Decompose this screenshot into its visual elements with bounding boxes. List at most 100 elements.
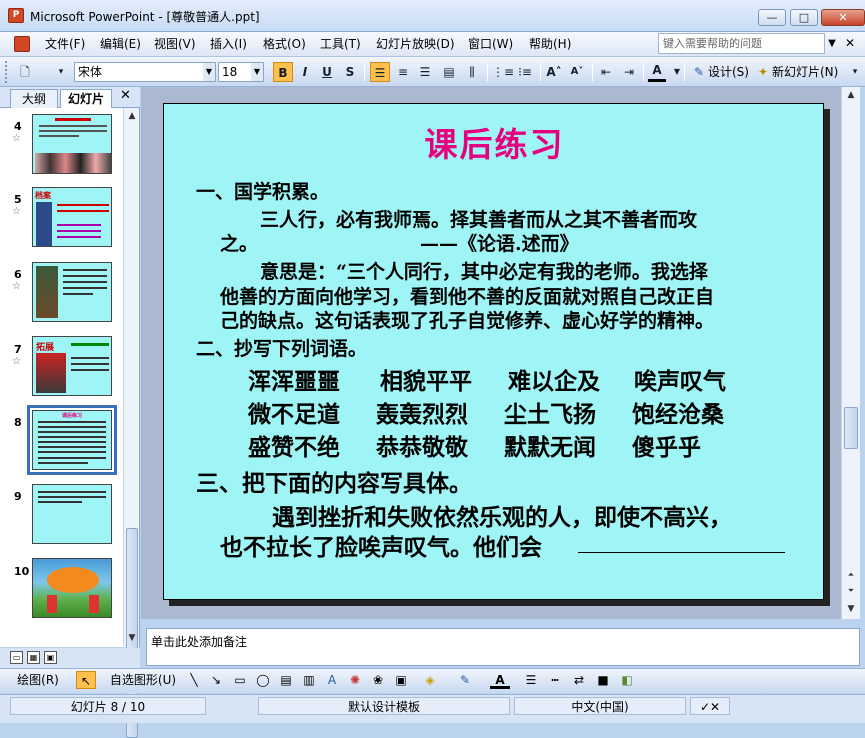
new-slide-button[interactable]: 新幻灯片(N): [772, 62, 838, 82]
rectangle-tool-icon[interactable]: ▭: [231, 671, 249, 689]
increase-indent-icon[interactable]: ⇥: [620, 62, 638, 82]
menu-insert[interactable]: 插入(I): [208, 36, 249, 53]
word-item: 浑浑噩噩: [248, 368, 340, 395]
menu-window[interactable]: 窗口(W): [466, 36, 515, 53]
dash-style-icon[interactable]: ┅: [546, 671, 564, 689]
thumbnail-text-line: [38, 421, 106, 423]
align-right-icon[interactable]: ☰: [416, 62, 434, 82]
increase-font-icon[interactable]: A˄: [545, 62, 563, 82]
toolbar-overflow-icon[interactable]: ▾: [846, 62, 864, 82]
numbering-icon[interactable]: ⋮≡: [492, 62, 514, 82]
scroll-up-icon[interactable]: ▲: [124, 108, 140, 124]
menu-view[interactable]: 视图(V): [152, 36, 198, 53]
arrow-tool-icon[interactable]: ↘: [208, 671, 224, 689]
slide-thumbnail-10[interactable]: [32, 558, 112, 618]
scroll-up-icon[interactable]: ▲: [843, 87, 859, 103]
slide-scrollbar[interactable]: ▲ ⏶ ⏷ ▼: [841, 87, 860, 619]
scroll-down-icon[interactable]: ▼: [124, 630, 140, 646]
line-color-icon[interactable]: ✎: [455, 671, 475, 689]
menu-file[interactable]: 文件(F): [43, 36, 87, 53]
close-button[interactable]: ✕: [821, 9, 865, 26]
font-color-button[interactable]: A: [648, 62, 666, 82]
toolbar-grip[interactable]: [5, 61, 8, 83]
font-size-select[interactable]: 18 ▼: [218, 62, 264, 82]
pane-close-icon[interactable]: ✕: [120, 88, 131, 103]
line-style-icon[interactable]: ☰: [522, 671, 540, 689]
scrollbar-thumb[interactable]: [844, 407, 858, 449]
slide-thumbnail-6[interactable]: [32, 262, 112, 322]
scroll-down-icon[interactable]: ▼: [843, 601, 859, 617]
select-pointer-icon[interactable]: ↖: [76, 671, 96, 689]
thumbnail-text-line: [38, 426, 106, 428]
slide-thumbnail-5[interactable]: 档案: [32, 187, 112, 247]
fill-color-icon[interactable]: ◈: [420, 671, 440, 689]
align-left-icon[interactable]: ☰: [370, 62, 390, 82]
oval-tool-icon[interactable]: ◯: [254, 671, 272, 689]
textbox-tool-icon[interactable]: ▤: [277, 671, 295, 689]
slide-thumbnail-9[interactable]: [32, 484, 112, 544]
help-dropdown-icon[interactable]: ▼: [825, 33, 839, 54]
menu-slideshow[interactable]: 幻灯片放映(D): [374, 36, 457, 53]
3d-style-icon[interactable]: ◧: [618, 671, 636, 689]
clipart-icon[interactable]: ❀: [369, 671, 387, 689]
thumbnail-scrollbar[interactable]: ▲ ▼: [123, 108, 140, 738]
decrease-font-icon[interactable]: A˅: [568, 62, 586, 82]
normal-view-icon[interactable]: ▭: [10, 651, 23, 664]
slide-thumbnail-8[interactable]: 课后练习: [27, 405, 117, 475]
picture-icon[interactable]: ▣: [392, 671, 410, 689]
font-name-dropdown-icon[interactable]: ▼: [203, 63, 215, 81]
current-slide[interactable]: 课后练习 一、国学积累。 三人行，必有我师焉。择其善者而从之其不善者而攻 之。 …: [163, 103, 824, 600]
thumbnail-text-line: [71, 357, 109, 359]
maximize-button[interactable]: □: [790, 9, 818, 26]
document-close-icon[interactable]: ✕: [843, 35, 857, 51]
menu-format[interactable]: 格式(O): [261, 36, 308, 53]
drawing-font-color-icon[interactable]: A: [490, 671, 510, 689]
vertical-textbox-icon[interactable]: ▥: [300, 671, 318, 689]
tab-slides[interactable]: 幻灯片: [60, 89, 112, 108]
design-icon[interactable]: ✎: [690, 62, 708, 82]
slide-title[interactable]: 课后练习: [164, 118, 825, 166]
bold-button[interactable]: B: [273, 62, 293, 82]
notes-input[interactable]: 单击此处添加备注: [146, 628, 860, 666]
menu-tools[interactable]: 工具(T): [318, 36, 363, 53]
draw-menu-button[interactable]: 绘图(R): [6, 671, 70, 689]
new-slide-icon[interactable]: ✦: [754, 62, 772, 82]
align-center-icon[interactable]: ≡: [394, 62, 412, 82]
spelling-status-icon[interactable]: ✓✕: [690, 697, 730, 715]
menu-help[interactable]: 帮助(H): [527, 36, 573, 53]
tab-outline[interactable]: 大纲: [10, 89, 58, 108]
slide-text-line: 也不拉长了脸唉声叹气。他们会: [220, 534, 542, 561]
slide-sorter-view-icon[interactable]: ▦: [27, 651, 40, 664]
diagram-icon[interactable]: ✺: [346, 671, 364, 689]
slide-thumbnail-7[interactable]: 拓展: [32, 336, 112, 396]
next-slide-icon[interactable]: ⏷: [843, 583, 859, 599]
slideshow-view-icon[interactable]: ▣: [44, 651, 57, 664]
wordart-icon[interactable]: A: [323, 671, 341, 689]
minimize-button[interactable]: —: [758, 9, 786, 26]
new-document-icon[interactable]: 🗋: [14, 62, 36, 82]
shadow-style-icon[interactable]: ■: [594, 671, 612, 689]
design-button[interactable]: 设计(S): [708, 62, 749, 82]
arrow-style-icon[interactable]: ⇄: [570, 671, 588, 689]
shadow-button[interactable]: S: [341, 62, 359, 82]
justify-icon[interactable]: ▤: [440, 62, 458, 82]
thumbnail-number: 6: [14, 268, 22, 281]
distribute-icon[interactable]: ⫼: [463, 62, 481, 82]
powerpoint-app-icon[interactable]: P: [8, 8, 24, 23]
document-icon[interactable]: [14, 36, 30, 52]
underline-button[interactable]: U: [318, 62, 336, 82]
menu-edit[interactable]: 编辑(E): [98, 36, 143, 53]
thumbnail-text-line: [63, 287, 107, 289]
help-search-input[interactable]: 键入需要帮助的问题: [658, 33, 825, 54]
thumbnail-text-line: [57, 204, 109, 206]
slide-thumbnail-4[interactable]: [32, 114, 112, 174]
line-tool-icon[interactable]: ╲: [186, 671, 202, 689]
autoshapes-menu-button[interactable]: 自选图形(U): [104, 671, 182, 689]
decrease-indent-icon[interactable]: ⇤: [597, 62, 615, 82]
bullets-icon[interactable]: ⁝≡: [516, 62, 534, 82]
italic-button[interactable]: I: [296, 62, 314, 82]
font-name-select[interactable]: 宋体 ▼: [74, 62, 216, 82]
toolbar-options-icon[interactable]: ▾: [52, 62, 70, 82]
previous-slide-icon[interactable]: ⏶: [843, 567, 859, 583]
font-size-dropdown-icon[interactable]: ▼: [251, 63, 263, 81]
